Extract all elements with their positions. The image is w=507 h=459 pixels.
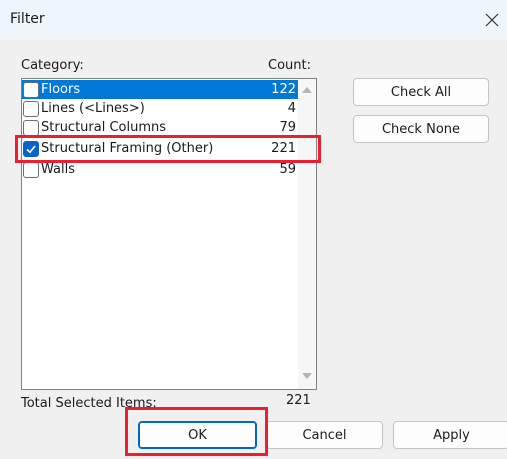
count-header: Count: xyxy=(268,58,311,73)
title-bar: Filter xyxy=(0,0,507,40)
window-title: Filter xyxy=(10,11,45,27)
category-name: Structural Columns xyxy=(41,120,167,135)
highlight-structural-framing xyxy=(15,135,321,163)
checkbox[interactable] xyxy=(23,100,39,117)
close-button[interactable] xyxy=(477,4,507,36)
checkbox[interactable] xyxy=(23,161,39,178)
close-icon xyxy=(485,13,499,27)
cancel-button[interactable]: Cancel xyxy=(266,421,383,449)
check-none-button[interactable]: Check None xyxy=(353,115,489,143)
category-list[interactable]: Floors 122 Lines (<Lines>) 4 Structural … xyxy=(21,78,317,390)
check-all-button[interactable]: Check All xyxy=(353,78,489,106)
category-name: Walls xyxy=(41,162,75,177)
category-name: Lines (<Lines>) xyxy=(41,101,145,116)
category-count: 79 xyxy=(279,120,296,135)
category-header: Category: xyxy=(21,58,84,73)
checkbox[interactable] xyxy=(23,81,39,98)
scroll-up-icon[interactable] xyxy=(302,87,312,93)
apply-button[interactable]: Apply xyxy=(393,421,507,449)
list-item-lines[interactable]: Lines (<Lines>) 4 xyxy=(22,99,298,118)
category-count: 4 xyxy=(287,101,296,116)
category-count: 59 xyxy=(279,162,296,177)
total-selected-value: 221 xyxy=(286,393,311,408)
scroll-down-icon[interactable] xyxy=(302,373,312,379)
vertical-scrollbar[interactable] xyxy=(298,79,316,389)
category-count: 122 xyxy=(271,82,296,97)
highlight-ok-button xyxy=(125,407,268,456)
checkbox[interactable] xyxy=(23,119,39,136)
list-item-floors[interactable]: Floors 122 xyxy=(22,80,298,99)
category-name: Floors xyxy=(41,82,81,97)
